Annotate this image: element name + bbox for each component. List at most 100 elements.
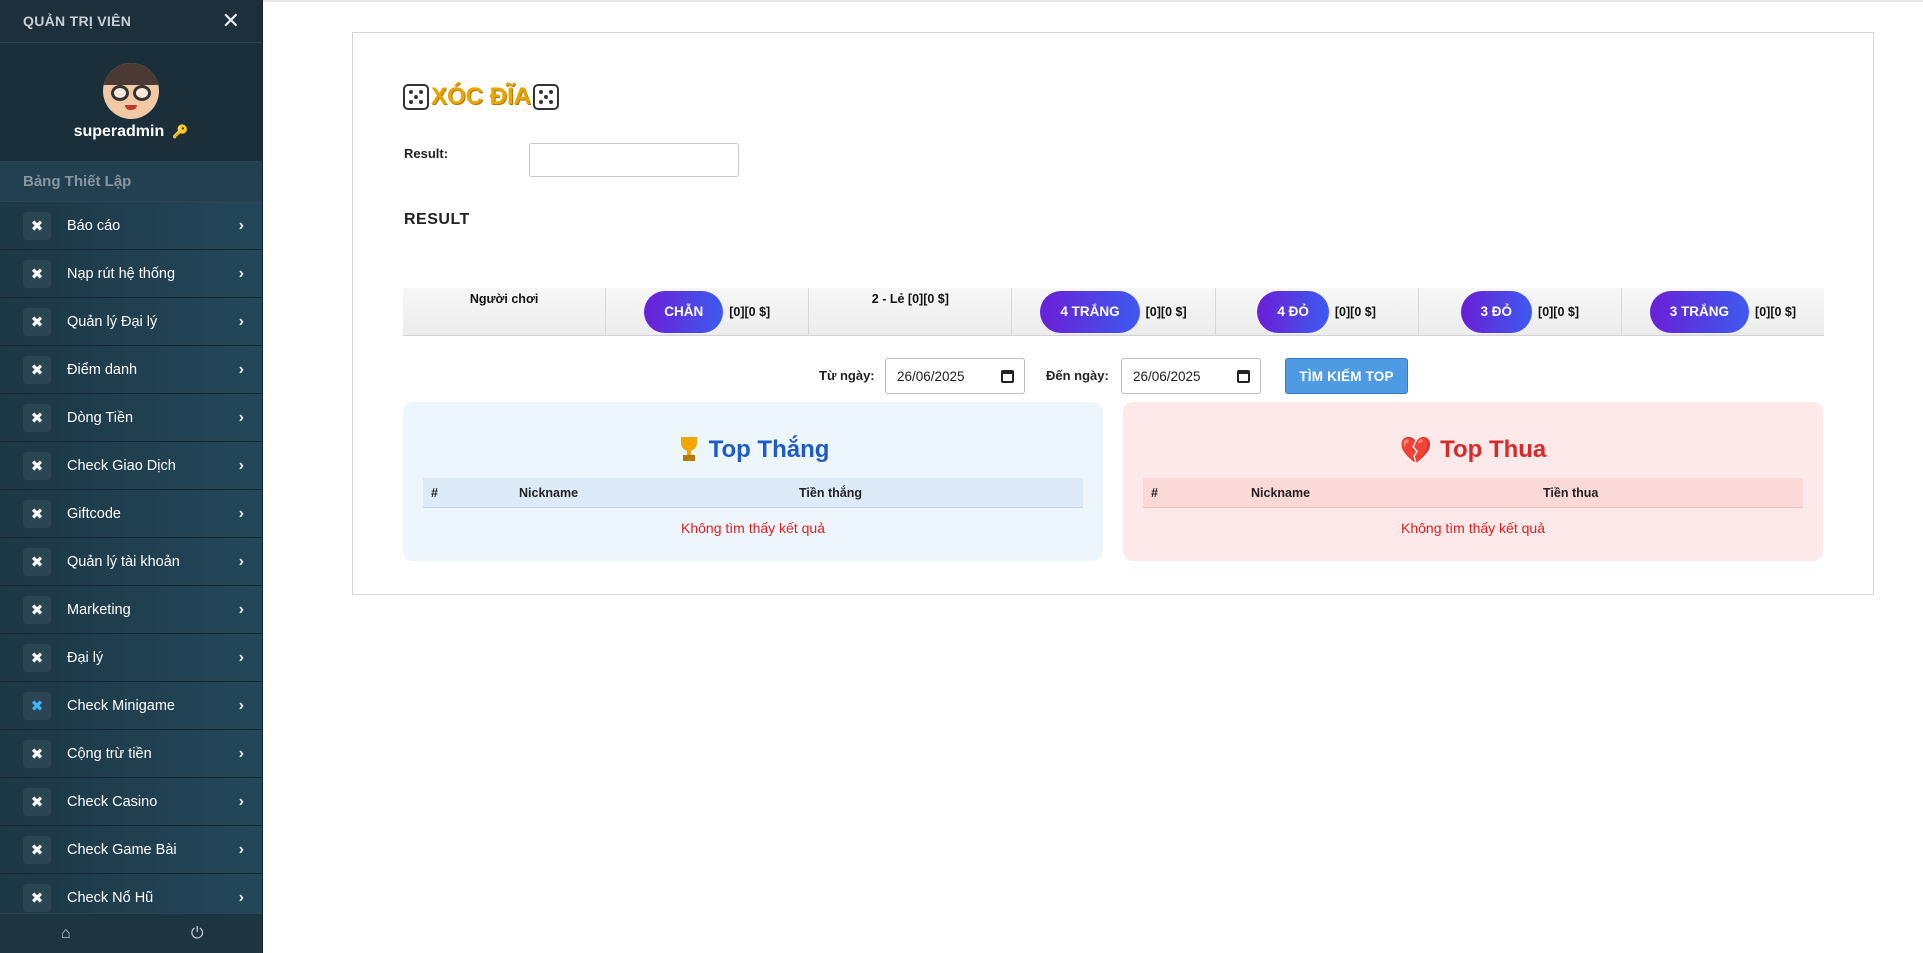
sidebar-item-dong-tien[interactable]: ✖ Dòng Tiền › — [0, 394, 262, 442]
username-text: superadmin — [73, 123, 165, 140]
empty-message: Không tìm thấy kết quả — [1401, 520, 1545, 536]
top-win-table: # Nickname Tiền thắng Không tìm thấy kết… — [423, 478, 1083, 548]
sidebar-item-quan-ly-dai-ly[interactable]: ✖ Quản lý Đại lý › — [0, 298, 262, 346]
tools-icon: ✖ — [23, 739, 51, 768]
sidebar-menu: ✖ Báo cáo › ✖ Nạp rút hệ thống › ✖ Quản lý Đạ… — [0, 202, 262, 922]
sidebar-header: QUẢN TRỊ VIÊN ✕ — [0, 0, 262, 43]
tools-icon: ✖ — [23, 499, 51, 528]
chevron-right-icon: › — [238, 504, 244, 522]
sidebar: QUẢN TRỊ VIÊN ✕ superadmin 🔑 Bảng Thiết … — [0, 0, 263, 953]
date-filters: Từ ngày: 26/06/2025 Đến ngày: 26/06/2025… — [353, 358, 1875, 396]
home-icon[interactable]: ⌂ — [0, 914, 132, 953]
stat-le: 2 - Lẻ [0][0 $] — [809, 288, 1013, 335]
sidebar-item-check-giao-dich[interactable]: ✖ Check Giao Dịch › — [0, 442, 262, 490]
result-input[interactable] — [529, 143, 739, 177]
table-header: # Nickname Tiền thua — [1143, 478, 1803, 508]
col-amount: Tiền thua — [1543, 485, 1599, 500]
stat-three-white: 3 TRẮNG [0][0 $] — [1622, 288, 1824, 335]
chan-button[interactable]: CHẴN — [644, 290, 724, 333]
trophy-icon — [677, 437, 701, 463]
top-lose-title: 💔 Top Thua — [1123, 436, 1823, 464]
chevron-right-icon: › — [238, 552, 244, 570]
three-red-button[interactable]: 3 ĐỎ — [1460, 290, 1533, 333]
main-panel: XÓC ĐĨA Result: RESULT Người chơi CHẴN [0… — [352, 32, 1874, 595]
sidebar-item-diem-danh[interactable]: ✖ Điểm danh › — [0, 346, 262, 394]
stat-three-red: 3 ĐỎ [0][0 $] — [1419, 288, 1622, 335]
tools-icon: ✖ — [23, 355, 51, 384]
sidebar-item-quan-ly-tai-khoan[interactable]: ✖ Quản lý tài khoản › — [0, 538, 262, 586]
table-header: # Nickname Tiền thắng — [423, 478, 1083, 508]
chevron-right-icon: › — [238, 792, 244, 810]
col-index: # — [1151, 485, 1158, 500]
three-white-count: [0][0 $] — [1755, 304, 1797, 319]
key-icon: 🔑 — [172, 124, 189, 139]
close-icon[interactable]: ✕ — [222, 10, 240, 32]
sidebar-item-bao-cao[interactable]: ✖ Báo cáo › — [0, 202, 262, 250]
col-nickname: Nickname — [1251, 485, 1311, 500]
tools-icon: ✖ — [23, 403, 51, 432]
sidebar-item-label: Quản lý Đại lý — [67, 313, 158, 330]
top-win-title: Top Thắng — [403, 436, 1103, 464]
search-top-button[interactable]: TÌM KIẾM TOP — [1285, 358, 1408, 394]
page-title: XÓC ĐĨA — [403, 83, 560, 111]
sidebar-item-label: Check Casino — [67, 793, 158, 810]
game-title-text: XÓC ĐĨA — [431, 83, 532, 110]
username: superadmin 🔑 — [74, 123, 189, 141]
sidebar-item-label: Check Game Bài — [67, 841, 177, 858]
sidebar-item-check-casino[interactable]: ✖ Check Casino › — [0, 778, 262, 826]
col-amount: Tiền thắng — [799, 485, 862, 500]
tools-icon: ✖ — [23, 787, 51, 816]
sidebar-item-label: Cộng trừ tiền — [67, 745, 152, 762]
to-date-input[interactable]: 26/06/2025 — [1121, 358, 1261, 394]
chevron-right-icon: › — [238, 888, 244, 906]
tools-icon: ✖ — [23, 211, 51, 240]
four-white-count: [0][0 $] — [1145, 304, 1187, 319]
sidebar-item-nap-rut[interactable]: ✖ Nạp rút hệ thống › — [0, 250, 262, 298]
user-profile: superadmin 🔑 — [0, 43, 262, 162]
power-icon[interactable]: ⏻ — [132, 914, 263, 953]
col-nickname: Nickname — [519, 485, 579, 500]
calendar-icon[interactable] — [1237, 369, 1250, 383]
sidebar-title: QUẢN TRỊ VIÊN — [23, 13, 132, 29]
chevron-right-icon: › — [238, 696, 244, 714]
avatar — [103, 63, 159, 119]
four-white-button[interactable]: 4 TRẮNG — [1040, 290, 1140, 333]
tools-icon: ✖ — [23, 643, 51, 672]
sidebar-item-check-game-bai[interactable]: ✖ Check Game Bài › — [0, 826, 262, 874]
sidebar-item-label: Điểm danh — [67, 361, 138, 378]
col-index: # — [431, 485, 438, 500]
to-date-label: Đến ngày: — [1046, 368, 1109, 383]
top-lose-table: # Nickname Tiền thua Không tìm thấy kết … — [1143, 478, 1803, 548]
le-label: 2 - Lẻ [0][0 $] — [871, 292, 949, 306]
calendar-icon[interactable] — [1001, 369, 1014, 383]
sidebar-item-marketing[interactable]: ✖ Marketing › — [0, 586, 262, 634]
chevron-right-icon: › — [238, 744, 244, 762]
four-red-button[interactable]: 4 ĐỎ — [1257, 290, 1329, 333]
stat-four-red: 4 ĐỎ [0][0 $] — [1216, 288, 1419, 335]
from-date-input[interactable]: 26/06/2025 — [885, 358, 1025, 394]
bet-stats-bar: Người chơi CHẴN [0][0 $] 2 - Lẻ [0][0 $] … — [403, 288, 1824, 336]
sidebar-item-label: Báo cáo — [67, 217, 121, 234]
sidebar-item-label: Check Giao Dịch — [67, 457, 176, 474]
sidebar-item-label: Quản lý tài khoản — [67, 553, 180, 570]
sidebar-item-giftcode[interactable]: ✖ Giftcode › — [0, 490, 262, 538]
dice-icon — [403, 84, 429, 110]
chan-count: [0][0 $] — [729, 304, 771, 319]
broken-heart-icon: 💔 — [1399, 435, 1433, 465]
tools-icon: ✖ — [23, 451, 51, 480]
sidebar-item-label: Dòng Tiền — [67, 409, 134, 426]
sidebar-footer: ⌂ ⏻ — [0, 913, 263, 953]
chevron-right-icon: › — [238, 216, 244, 234]
sidebar-item-cong-tru-tien[interactable]: ✖ Cộng trừ tiền › — [0, 730, 262, 778]
sidebar-item-dai-ly[interactable]: ✖ Đại lý › — [0, 634, 262, 682]
top-divider — [263, 0, 1923, 2]
sidebar-item-label: Nạp rút hệ thống — [67, 265, 176, 282]
tools-icon: ✖ — [23, 595, 51, 624]
four-red-count: [0][0 $] — [1334, 304, 1376, 319]
three-white-button[interactable]: 3 TRẮNG — [1649, 290, 1750, 333]
result-heading: RESULT — [404, 211, 470, 228]
chevron-right-icon: › — [238, 360, 244, 378]
sidebar-item-check-minigame[interactable]: ✖ Check Minigame › — [0, 682, 262, 730]
stat-four-white: 4 TRẮNG [0][0 $] — [1012, 288, 1216, 335]
sidebar-item-label: Check Nổ Hũ — [67, 889, 154, 906]
